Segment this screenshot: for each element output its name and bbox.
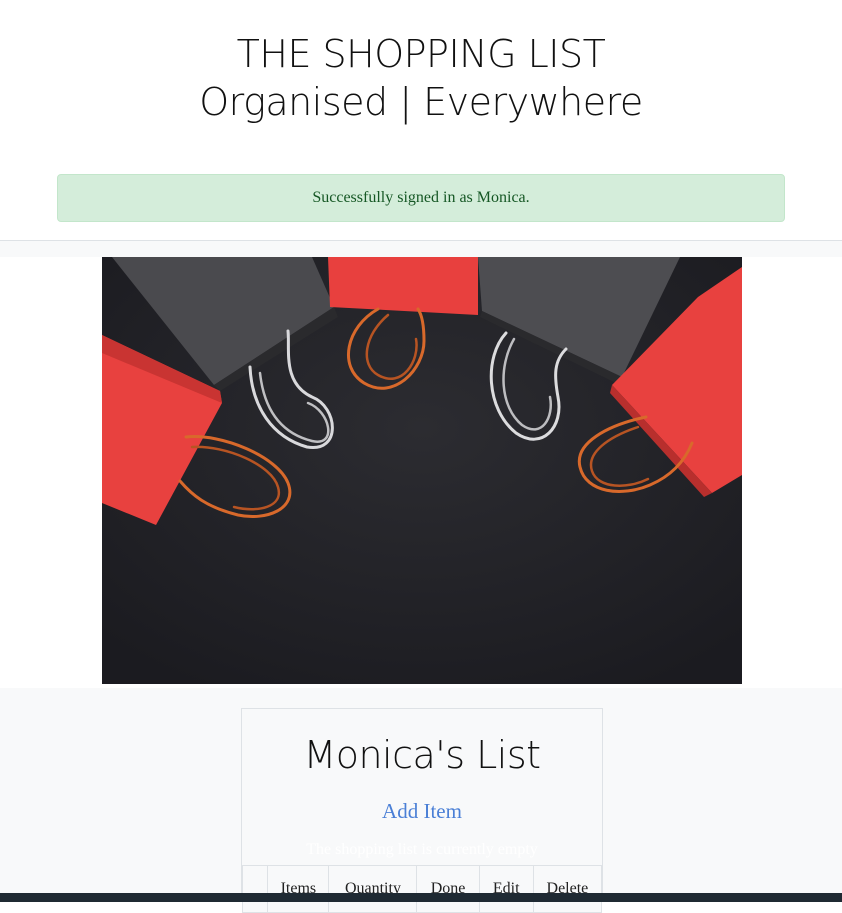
shopping-bags-illustration [102, 257, 742, 684]
list-title: Monica's List [303, 733, 541, 777]
site-title: THE SHOPPING LIST [236, 32, 606, 76]
column-header-quantity: Quantity [328, 865, 418, 913]
column-header-items: Items [267, 865, 330, 913]
shopping-list-table: Items Quantity Done Edit Delete [241, 865, 603, 913]
hero-section [0, 257, 842, 688]
site-subtitle: Organised | Everywhere [199, 80, 643, 124]
footer [0, 893, 842, 902]
shopping-bags-image [102, 257, 742, 684]
success-alert: Successfully signed in as Monica. [57, 174, 785, 222]
column-header-done: Done [416, 865, 480, 913]
shopping-list-card: Monica's List Add Item The shopping list… [241, 708, 603, 913]
list-section: Monica's List Add Item The shopping list… [0, 688, 842, 913]
column-header-edit: Edit [478, 865, 534, 913]
add-item-link[interactable]: Add Item [242, 799, 602, 824]
empty-list-message: The shopping list is currently empty [306, 841, 538, 858]
column-header-delete: Delete [532, 865, 603, 913]
column-header-blank [241, 865, 269, 913]
table-header-row: Items Quantity Done Edit Delete [241, 865, 603, 913]
hero-band [0, 241, 842, 257]
red-bag-center [328, 257, 478, 315]
page-header: THE SHOPPING LIST Organised | Everywhere… [0, 0, 842, 240]
